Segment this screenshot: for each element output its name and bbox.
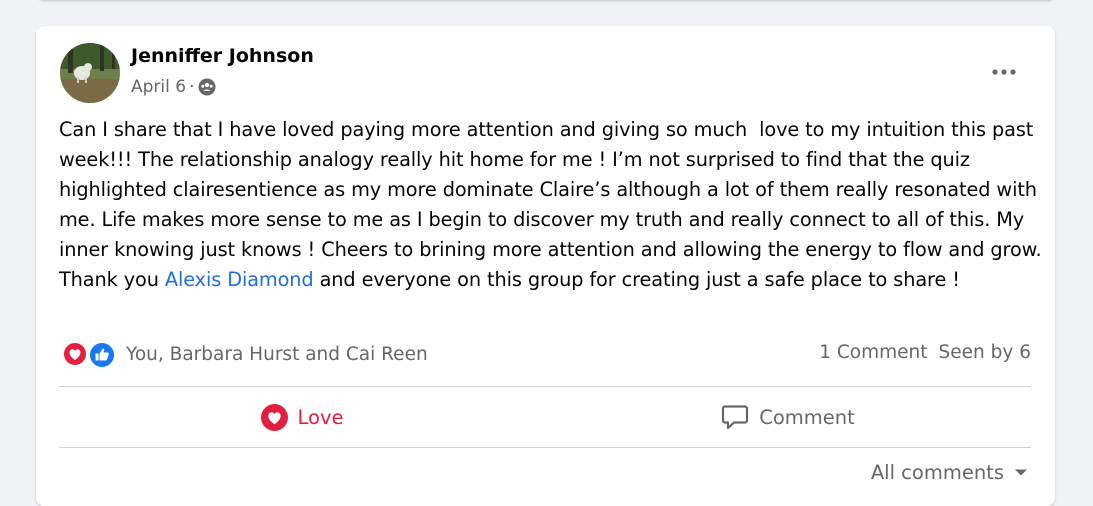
reactions-summary[interactable]: You, Barbara Hurst and Cai Reen — [60, 339, 428, 369]
comment-label: Comment — [759, 405, 855, 429]
love-label: Love — [297, 405, 344, 429]
post-text-before-mention: Can I share that I have loved paying mor… — [59, 118, 1048, 291]
all-comments-label: All comments — [870, 461, 1004, 484]
post-text-after-mention: and everyone on this group for creating … — [313, 268, 960, 291]
post-date[interactable]: April 6 — [131, 77, 186, 97]
engagement-counts: 1 Comment Seen by 6 — [819, 342, 1031, 363]
author-name[interactable]: Jenniffer Johnson — [131, 45, 314, 67]
chevron-down-icon — [1015, 469, 1027, 476]
author-avatar[interactable] — [60, 43, 120, 103]
love-reaction-icon — [62, 341, 88, 367]
comment-icon — [722, 405, 749, 430]
mention-link[interactable]: Alexis Diamond — [165, 268, 314, 291]
all-comments-filter[interactable]: All comments — [871, 461, 1028, 484]
group-icon[interactable] — [197, 77, 217, 97]
post-card: Jenniffer Johnson April 6 · Can I share … — [36, 26, 1055, 506]
reaction-names[interactable]: You, Barbara Hurst and Cai Reen — [126, 344, 428, 365]
post-body: Can I share that I have loved paying mor… — [59, 115, 1044, 295]
divider-bottom — [59, 447, 1031, 448]
love-icon — [260, 403, 288, 431]
divider-top — [59, 386, 1031, 387]
seen-by-count[interactable]: Seen by 6 — [939, 342, 1031, 363]
comments-count[interactable]: 1 Comment — [819, 342, 927, 363]
love-button[interactable]: Love — [59, 395, 545, 439]
post-meta: April 6 · — [131, 77, 217, 97]
reaction-icons — [60, 339, 120, 369]
like-reaction-icon — [88, 341, 116, 369]
comment-button[interactable]: Comment — [545, 395, 1031, 439]
more-options-icon[interactable] — [986, 54, 1022, 90]
meta-separator: · — [189, 77, 195, 97]
